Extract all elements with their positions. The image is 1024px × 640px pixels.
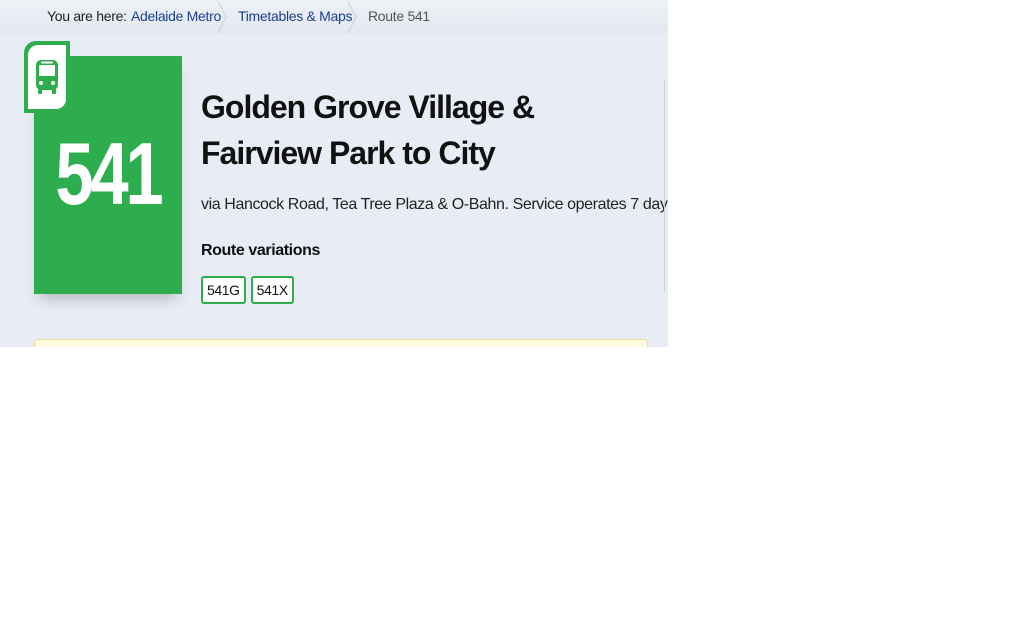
route-number: 541	[55, 124, 163, 223]
chevron-right-icon	[346, 0, 358, 34]
route-title: Golden Grove Village & Fairview Park to …	[201, 89, 535, 171]
bus-icon	[36, 60, 58, 94]
notice-banner	[34, 339, 648, 347]
breadcrumb-link-adelaide-metro[interactable]: Adelaide Metro	[131, 8, 221, 24]
side-panel-edge	[664, 80, 668, 292]
route-variation-541x-button[interactable]: 541X	[250, 276, 294, 304]
breadcrumb-prefix: You are here:	[47, 8, 127, 24]
breadcrumb: You are here: Adelaide Metro Timetables …	[0, 0, 668, 34]
route-variations-heading: Route variations	[201, 242, 320, 259]
route-header-panel: You are here: Adelaide Metro Timetables …	[0, 0, 668, 347]
chevron-right-icon	[216, 0, 228, 34]
route-variation-541g-button[interactable]: 541G	[201, 276, 246, 304]
route-description: via Hancock Road, Tea Tree Plaza & O-Bah…	[201, 196, 668, 213]
route-variations-list: 541G 541X	[201, 276, 294, 304]
breadcrumb-current-route: Route 541	[368, 8, 430, 24]
breadcrumb-link-timetables-maps[interactable]: Timetables & Maps	[238, 8, 353, 24]
transport-mode-tab	[24, 41, 70, 113]
